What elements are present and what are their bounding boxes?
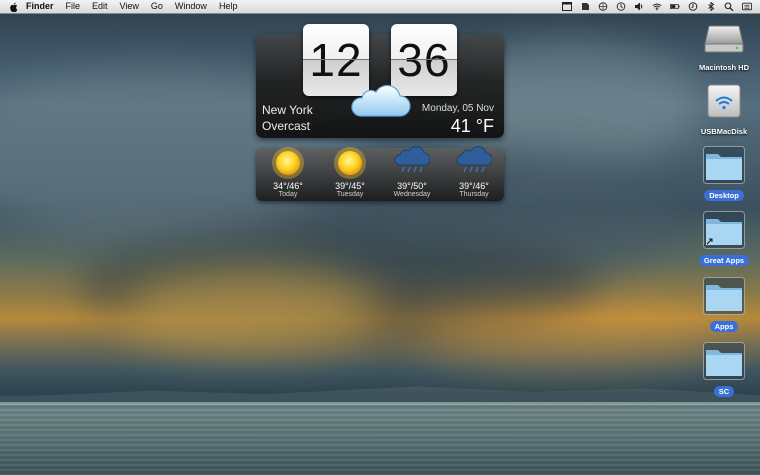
current-temperature: 41 °F [450,116,494,136]
notification-center-icon[interactable] [742,2,752,11]
window-icon[interactable] [562,2,572,11]
desktop-icon-label: Macintosh HD [698,63,749,72]
hard-drive-icon [704,25,744,53]
forecast-day-name: Wednesday [393,191,431,198]
menu-file[interactable]: File [66,0,81,13]
city-name: New York [262,103,313,117]
clock-weather-widget[interactable]: 12 36 New York Overcast Monday, 05 Nov 4… [256,24,504,138]
battery-icon[interactable] [670,2,680,11]
rain-cloud-icon [394,146,430,173]
time-machine-icon[interactable] [616,2,626,11]
forecast-day-name: Thursday [459,191,489,198]
desktop-icon-label: Apps [686,321,760,332]
clock-icon[interactable] [688,2,698,11]
menu-view[interactable]: View [120,0,139,13]
usb-disk-icon [707,84,741,118]
desktop-icon-label: Great Apps [686,255,760,266]
forecast-day: 39°/50° Wednesday [381,146,443,201]
evernote-icon[interactable] [580,2,590,11]
folder-icon [703,277,745,315]
forecast-temps: 39°/50° [397,181,427,191]
desktop-icon-sc[interactable]: SC [686,342,760,397]
sun-icon [272,147,304,179]
menu-edit[interactable]: Edit [92,0,108,13]
status-menu-area [562,0,752,13]
folder-alias-icon [703,211,745,249]
desktop-icon-desktop[interactable]: Desktop [686,146,760,201]
menu-help[interactable]: Help [219,0,238,13]
desktop-icon-apps[interactable]: Apps [686,277,760,332]
forecast-day-name: Today [278,191,298,198]
folder-icon [703,342,745,380]
menu-go[interactable]: Go [151,0,163,13]
sun-icon [334,147,366,179]
forecast-day-name: Tuesday [336,191,364,198]
menu-finder[interactable]: Finder [26,0,54,13]
menu-window[interactable]: Window [175,0,207,13]
desktop-icon-label: Desktop [686,190,760,201]
network-icon[interactable] [598,2,608,11]
volume-icon[interactable] [634,2,644,11]
folder-icon [703,146,745,184]
desktop-icon-great-apps[interactable]: Great Apps [686,211,760,266]
forecast-temps: 34°/46° [273,181,303,191]
desktop-icon-label: USBMacDisk [700,127,748,136]
menu-bar: Finder File Edit View Go Window Help [0,0,760,14]
forecast-widget[interactable]: 34°/46° Today 39°/45° Tuesday 39°/50° We… [256,146,505,201]
cloud-icon [351,84,411,117]
forecast-day: 39°/45° Tuesday [319,147,381,201]
forecast-day: 34°/46° Today [257,147,319,201]
apple-logo-icon[interactable] [9,2,18,12]
spotlight-icon[interactable] [724,2,734,11]
date-label: Monday, 05 Nov [421,103,494,114]
forecast-temps: 39°/46° [459,181,489,191]
desktop-icon-macintosh-hd[interactable]: Macintosh HD [686,18,760,72]
bluetooth-icon[interactable] [706,2,716,11]
desktop-icon-usbmacdisk[interactable]: USBMacDisk [686,82,760,136]
forecast-day: 39°/46° Thursday [443,146,505,201]
forecast-temps: 39°/45° [335,181,365,191]
rain-cloud-icon [456,146,492,173]
desktop-icon-label: SC [686,386,760,397]
wifi-icon[interactable] [652,2,662,11]
weather-condition: Overcast [262,119,311,133]
